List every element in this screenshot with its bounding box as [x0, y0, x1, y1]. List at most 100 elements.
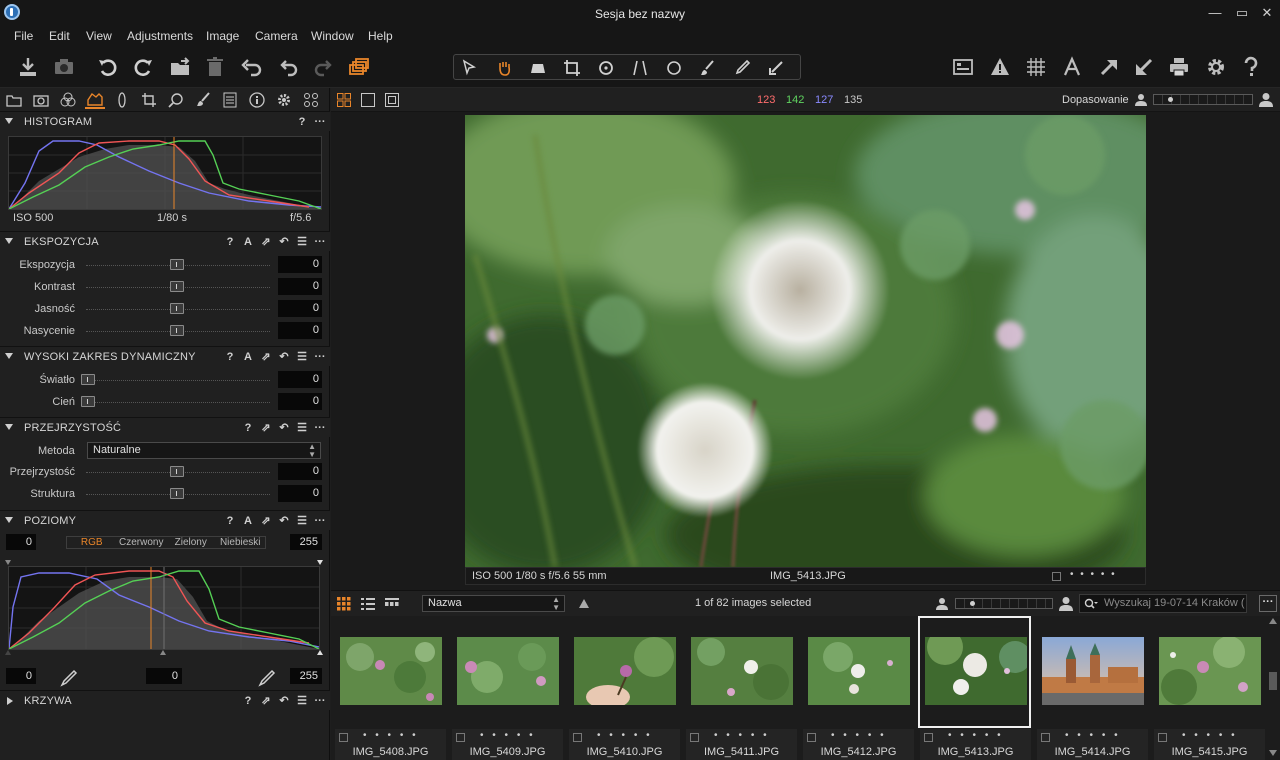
slider-highlight[interactable]: Światło 0	[0, 370, 330, 390]
thumbnail-image[interactable]	[1159, 637, 1261, 705]
histogram-section-header[interactable]: HISTOGRAM ? ···	[0, 111, 330, 131]
slider-thumb[interactable]	[170, 488, 184, 499]
more-icon[interactable]: ···	[314, 235, 326, 249]
browser-more-button[interactable]: ···	[1259, 595, 1277, 612]
delete-icon[interactable]	[202, 55, 228, 79]
thumbnail-checkbox[interactable]	[924, 733, 933, 742]
move-to-folder-icon[interactable]	[167, 55, 193, 79]
crop-icon[interactable]	[558, 57, 586, 79]
thumbnail-item[interactable]: • • • • • IMG_5409.JPG	[450, 616, 565, 760]
levels-input-high[interactable]: 255	[290, 534, 322, 550]
tab-color-icon[interactable]	[58, 91, 78, 109]
loupe-icon[interactable]	[524, 57, 552, 79]
thumbnail-image[interactable]	[808, 637, 910, 705]
slider-thumb[interactable]	[170, 325, 184, 336]
more-icon[interactable]: ···	[314, 350, 326, 364]
collapse-triangle-icon[interactable]	[5, 238, 13, 244]
filmstrip-view-icon[interactable]	[385, 597, 399, 611]
person-small-icon[interactable]	[936, 597, 948, 610]
single-view-icon[interactable]	[361, 93, 375, 107]
person-large-icon[interactable]	[1059, 596, 1073, 611]
levels-output-mid[interactable]: 0	[146, 668, 182, 684]
search-icon[interactable]	[1084, 598, 1098, 610]
scroll-up-icon[interactable]	[1269, 618, 1277, 624]
scroll-down-icon[interactable]	[1269, 750, 1277, 756]
levels-graph[interactable]	[8, 566, 320, 650]
thumbnail-item[interactable]: • • • • • IMG_5408.JPG	[333, 616, 448, 760]
copy-icon[interactable]: ⇗	[260, 514, 272, 528]
thumbnail-image[interactable]	[457, 637, 559, 705]
copy-icon[interactable]: ⇗	[260, 235, 272, 249]
camera-capture-icon[interactable]	[51, 55, 77, 79]
help-icon[interactable]: ?	[296, 115, 308, 129]
print-icon[interactable]	[1166, 55, 1192, 79]
thumbnail-checkbox[interactable]	[807, 733, 816, 742]
levels-output-low[interactable]: 0	[6, 668, 36, 684]
tab-metadata-info-icon[interactable]	[247, 91, 267, 109]
maximize-button[interactable]: ▭	[1230, 3, 1254, 23]
select-cursor-icon[interactable]	[456, 57, 484, 79]
rating-dots[interactable]: • • • • •	[831, 730, 887, 741]
slider-thumb[interactable]	[170, 281, 184, 292]
more-icon[interactable]: ···	[314, 514, 326, 528]
help-icon[interactable]: ?	[242, 694, 254, 708]
keystone-icon[interactable]	[626, 57, 654, 79]
auto-icon[interactable]: A	[242, 235, 254, 249]
auto-icon[interactable]: A	[242, 514, 254, 528]
slider-value-field[interactable]: 0	[278, 300, 322, 317]
photo-select-checkbox[interactable]	[1052, 572, 1061, 581]
black-eyedropper-icon[interactable]	[58, 669, 78, 687]
more-icon[interactable]: ···	[314, 694, 326, 708]
rating-dots[interactable]: • • • • •	[714, 730, 770, 741]
help-icon[interactable]: ?	[224, 514, 236, 528]
zoom-fit-label[interactable]: Dopasowanie	[1062, 94, 1129, 106]
clarity-section-header[interactable]: PRZEJRZYSTOŚĆ ? ⇗ ↶ ☰ ···	[0, 417, 330, 437]
slider-track[interactable]	[86, 380, 270, 381]
more-icon[interactable]: ···	[314, 115, 326, 129]
thumbnail-checkbox[interactable]	[573, 733, 582, 742]
reset-icon[interactable]: ↶	[278, 421, 290, 435]
levels-black-marker[interactable]	[5, 560, 11, 565]
slider-thumb[interactable]	[170, 466, 184, 477]
browser-scrollbar[interactable]	[1268, 616, 1278, 760]
tab-output-gear-icon[interactable]	[274, 91, 294, 109]
spot-removal-icon[interactable]	[660, 57, 688, 79]
viewer-layout-icon[interactable]	[950, 55, 976, 79]
proof-view-icon[interactable]	[385, 93, 399, 107]
slider-clarity[interactable]: Przejrzystość 0	[0, 462, 330, 482]
import-icon[interactable]	[15, 55, 41, 79]
curve-section-header[interactable]: KRZYWA ? ⇗ ↶ ☰ ···	[0, 690, 330, 710]
paste-adjustments-icon[interactable]	[1131, 55, 1157, 79]
slider-thumb[interactable]	[81, 396, 95, 407]
collapse-triangle-icon[interactable]	[5, 424, 13, 430]
collapse-triangle-icon[interactable]	[5, 517, 13, 523]
tab-capture-camera-icon[interactable]	[31, 91, 51, 109]
rotate-left-icon[interactable]	[95, 55, 121, 79]
levels-output-black-marker[interactable]	[5, 650, 11, 655]
channel-tab-blue[interactable]: Niebieski	[216, 537, 266, 548]
person-small-icon[interactable]	[1135, 93, 1147, 106]
menu-camera[interactable]: Camera	[255, 29, 298, 43]
help-icon[interactable]: ?	[224, 235, 236, 249]
menu-icon[interactable]: ☰	[296, 694, 308, 708]
collapse-triangle-icon[interactable]	[5, 118, 13, 124]
slider-value-field[interactable]: 0	[278, 322, 322, 339]
pan-hand-icon[interactable]	[490, 57, 518, 79]
menu-icon[interactable]: ☰	[296, 421, 308, 435]
slider-value-field[interactable]: 0	[278, 393, 322, 410]
thumbnail-item[interactable]: • • • • • IMG_5412.JPG	[801, 616, 916, 760]
copy-adjustments-icon[interactable]	[1096, 55, 1122, 79]
slider-track[interactable]	[86, 402, 270, 403]
levels-output-high[interactable]: 255	[290, 668, 322, 684]
reset-icon[interactable]: ↶	[278, 514, 290, 528]
sort-select[interactable]: Nazwa ▲ ▼	[422, 595, 565, 612]
slider-shadow[interactable]: Cień 0	[0, 392, 330, 412]
collapse-triangle-icon[interactable]	[5, 353, 13, 359]
rating-dots[interactable]: • • • • •	[363, 730, 419, 741]
thumbnail-checkbox[interactable]	[339, 733, 348, 742]
method-select[interactable]: Naturalne ▲ ▼	[87, 442, 321, 459]
thumbnail-image[interactable]	[925, 637, 1027, 705]
more-icon[interactable]: ···	[314, 421, 326, 435]
channel-tab-green[interactable]: Zielony	[166, 537, 216, 548]
redo-icon[interactable]	[311, 55, 337, 79]
